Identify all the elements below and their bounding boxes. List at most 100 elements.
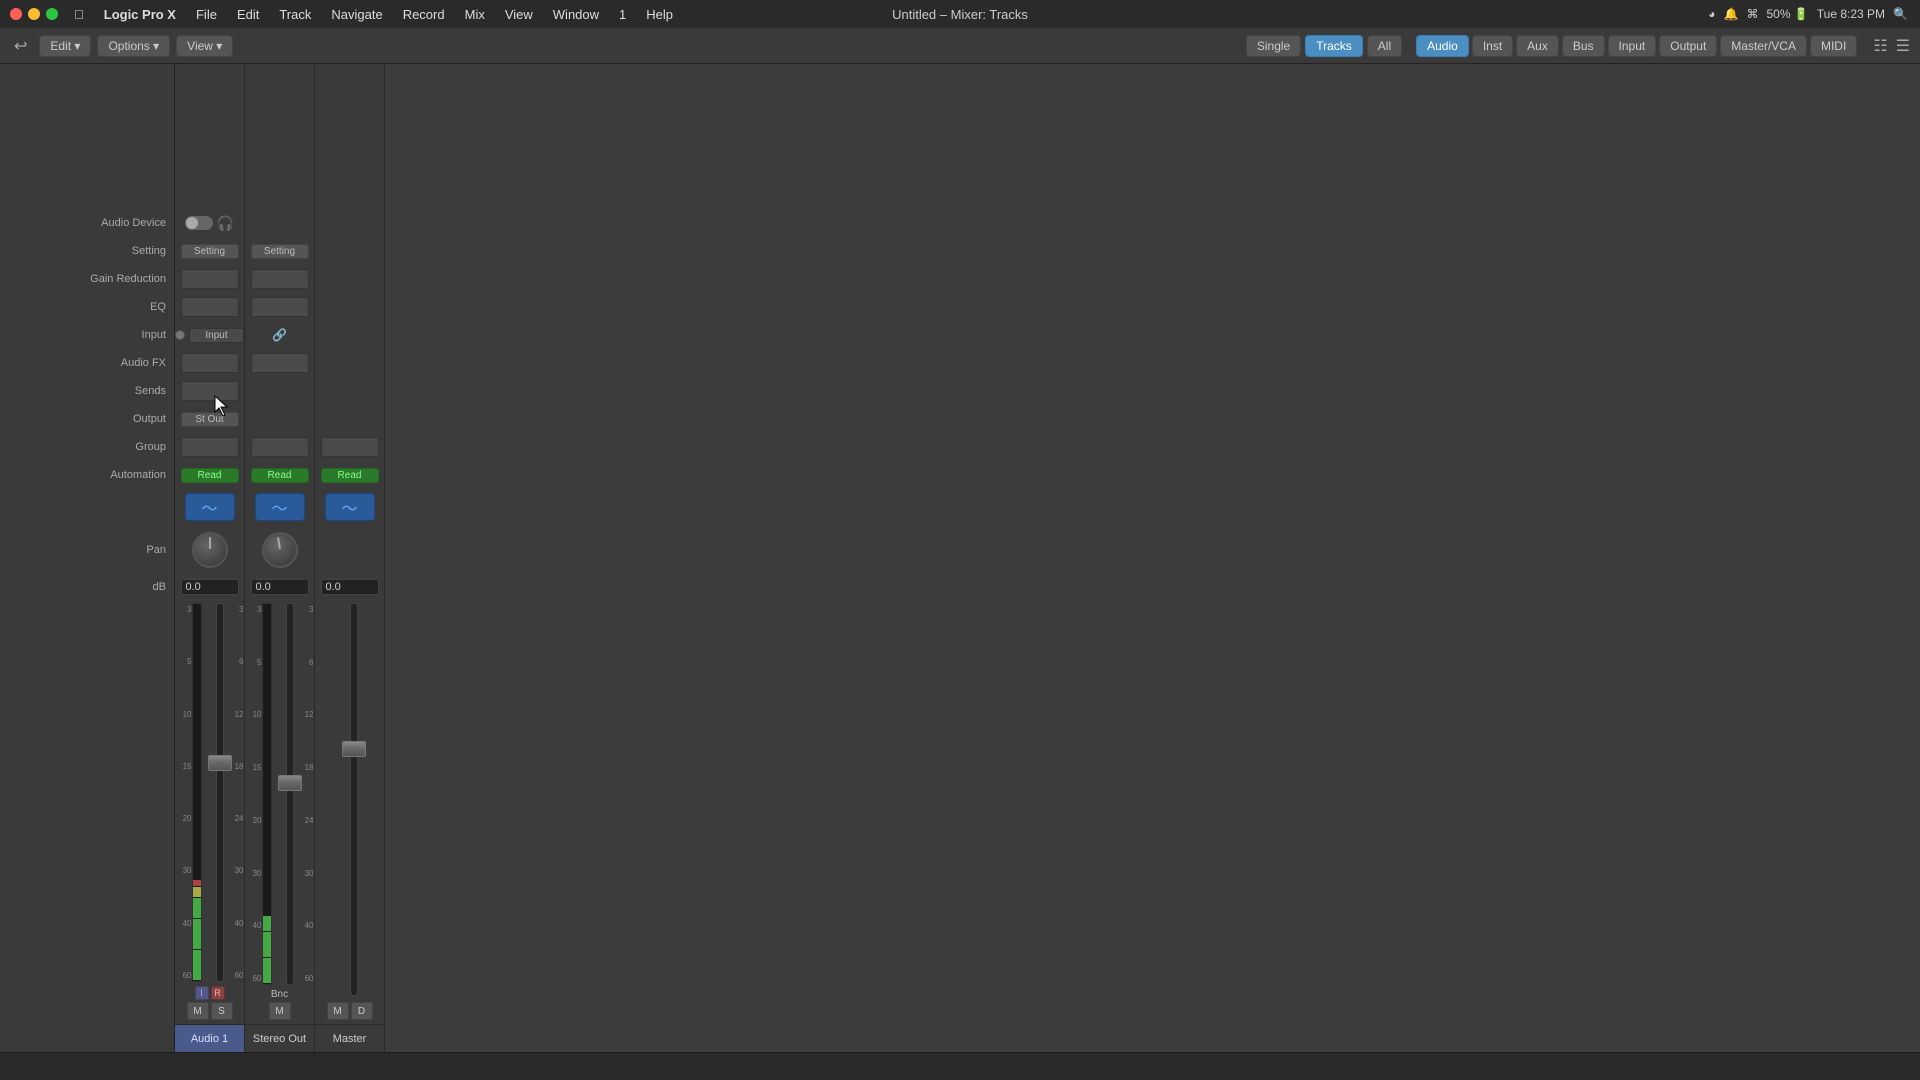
fader-handle-stereoout[interactable] [278, 775, 302, 791]
mixer-area: 🎧 Setting Input [175, 64, 1920, 1052]
app-name-menu[interactable]: Logic Pro X [96, 5, 184, 24]
pan-knob-stereoout[interactable] [262, 532, 298, 568]
fullscreen-button[interactable] [46, 8, 58, 20]
pan-knob-audio1[interactable] [192, 532, 228, 568]
waveform-icon-stereoout: 〜 [271, 495, 287, 519]
minimize-button[interactable] [28, 8, 40, 20]
ch-aux-btn[interactable]: Aux [1516, 35, 1559, 57]
gain-row-stereoout [245, 265, 314, 293]
view-label: View [187, 39, 213, 53]
options-label: Options [108, 39, 149, 53]
audio-fx-label: Audio FX [121, 357, 166, 369]
grid-layout-btn[interactable]: ☷ [1871, 34, 1889, 58]
db-display-master[interactable]: 0.0 [321, 579, 379, 595]
waveform-btn-master[interactable]: 〜 [325, 493, 375, 521]
fader-handle-master[interactable] [342, 741, 366, 757]
label-pan: Pan [0, 525, 174, 575]
channel-name-stereoout[interactable]: Stereo Out [245, 1024, 314, 1052]
mute-btn-stereoout[interactable]: M [269, 1002, 291, 1020]
waveform-btn-stereoout[interactable]: 〜 [255, 493, 305, 521]
file-menu[interactable]: File [188, 5, 225, 24]
back-button[interactable]: ↩ [8, 34, 33, 58]
eq-label: EQ [150, 301, 166, 313]
label-sends: Sends [0, 377, 174, 405]
automation-btn-stereoout[interactable]: Read [251, 468, 309, 483]
list-layout-btn[interactable]: ☰ [1894, 34, 1912, 58]
fader-track-audio1[interactable] [216, 603, 224, 982]
audio-fx-row-audio1 [175, 349, 244, 377]
db-display-audio1[interactable]: 0.0 [181, 579, 239, 595]
audio-device-row: 🎧 [175, 209, 244, 237]
traffic-lights [0, 8, 58, 20]
window-menu[interactable]: Window [545, 5, 607, 24]
setting-row-audio1: Setting [175, 237, 244, 265]
group-row-audio1 [175, 433, 244, 461]
options-dropdown[interactable]: Options ▾ [97, 35, 170, 57]
i-btn-audio1[interactable]: I [195, 986, 209, 1000]
group-slot-master [321, 437, 379, 457]
output-row-master [315, 405, 384, 433]
gain-row-master [315, 265, 384, 293]
fader-handle-audio1[interactable] [208, 755, 232, 771]
view-single-btn[interactable]: Single [1246, 35, 1301, 57]
track-menu[interactable]: Track [271, 5, 319, 24]
waveform-row-master: 〜 [315, 489, 384, 525]
fader-track-master[interactable] [350, 603, 358, 996]
ch-bus-btn[interactable]: Bus [1562, 35, 1605, 57]
channel-name-master[interactable]: Master [315, 1024, 384, 1052]
ch-inst-btn[interactable]: Inst [1472, 35, 1513, 57]
output-label: Output [133, 413, 166, 425]
edit-dropdown[interactable]: Edit ▾ [39, 35, 91, 57]
view-menu[interactable]: View [497, 5, 541, 24]
ch-input-btn[interactable]: Input [1608, 35, 1657, 57]
1-menu[interactable]: 1 [611, 5, 634, 24]
d-btn-master[interactable]: D [351, 1002, 373, 1020]
pan-indicator-audio1 [209, 537, 211, 549]
solo-btn-audio1[interactable]: S [211, 1002, 233, 1020]
edit-menu[interactable]: Edit [229, 5, 267, 24]
mix-menu[interactable]: Mix [457, 5, 493, 24]
waveform-row-audio1: 〜 [175, 489, 244, 525]
view-all-btn[interactable]: All [1367, 35, 1402, 57]
db-scale-stereoout: 3 5 10 15 20 30 40 60 [246, 603, 262, 985]
waveform-icon-audio1: 〜 [201, 495, 217, 519]
output-btn-audio1[interactable]: St Out [181, 412, 239, 427]
audio-device-toggle[interactable] [185, 216, 213, 230]
ch-audio-btn[interactable]: Audio [1416, 35, 1469, 57]
record-menu[interactable]: Record [395, 5, 453, 24]
waveform-btn-audio1[interactable]: 〜 [185, 493, 235, 521]
ch-output-btn[interactable]: Output [1659, 35, 1717, 57]
input-dot-audio1[interactable] [175, 330, 185, 340]
fader-track-stereoout[interactable] [286, 603, 294, 985]
input-btn-audio1[interactable]: Input [189, 328, 244, 343]
pan-row-stereoout [245, 525, 314, 575]
r-btn-audio1[interactable]: R [211, 986, 225, 1000]
setting-label: Setting [132, 245, 166, 257]
setting-btn-audio1[interactable]: Setting [181, 244, 239, 259]
link-icon-stereoout[interactable]: 🔗 [272, 328, 287, 342]
automation-btn-master[interactable]: Read [321, 468, 379, 483]
setting-row-stereoout: Setting [245, 237, 314, 265]
view-tracks-btn[interactable]: Tracks [1305, 35, 1363, 57]
help-menu[interactable]: Help [638, 5, 681, 24]
mute-btn-master[interactable]: M [327, 1002, 349, 1020]
db-display-stereoout[interactable]: 0.0 [251, 579, 309, 595]
db-scale2-stereoout: 3 6 12 18 24 30 40 60 [298, 603, 314, 985]
ch-midi-btn[interactable]: MIDI [1810, 35, 1857, 57]
mute-btn-audio1[interactable]: M [187, 1002, 209, 1020]
headphone-icon: 🎧 [217, 215, 234, 232]
automation-btn-audio1[interactable]: Read [181, 468, 239, 483]
automation-label: Automation [110, 469, 166, 481]
bnc-row-stereoout: Bnc [271, 989, 288, 1000]
ch-mastervca-btn[interactable]: Master/VCA [1720, 35, 1807, 57]
eq-slot-stereoout [251, 297, 309, 317]
view-dropdown[interactable]: View ▾ [176, 35, 233, 57]
navigate-menu[interactable]: Navigate [323, 5, 390, 24]
apple-menu[interactable]:  [66, 5, 92, 24]
setting-btn-stereoout[interactable]: Setting [251, 244, 309, 259]
label-db: dB [0, 575, 174, 599]
channel-name-audio1[interactable]: Audio 1 [175, 1024, 244, 1052]
close-button[interactable] [10, 8, 22, 20]
msd-row-master: M D [327, 1002, 373, 1020]
search-icon[interactable]: 🔍 [1893, 7, 1908, 21]
